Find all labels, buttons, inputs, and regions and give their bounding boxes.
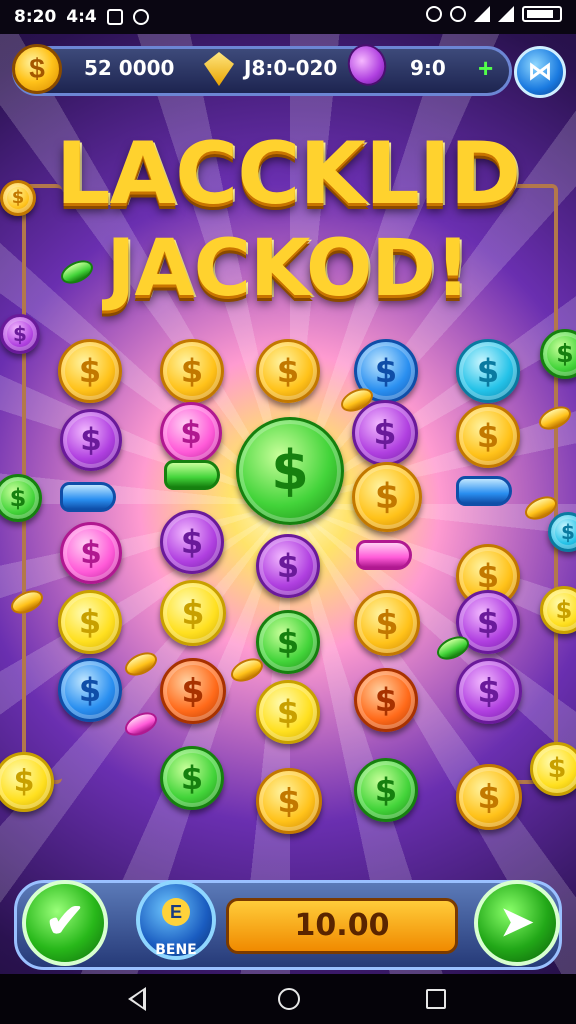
orange-coin: $ (160, 658, 226, 724)
cyan-coin: $ (456, 339, 520, 403)
purple-coin: $ (0, 314, 40, 354)
battery-icon (522, 6, 562, 22)
yellow-coin: $ (256, 680, 320, 744)
purple-coin: $ (160, 510, 224, 574)
alarm-icon (426, 6, 442, 22)
green-coin: $ (256, 610, 320, 674)
gold-coin: $ (58, 339, 122, 403)
recent-apps-icon[interactable] (426, 989, 446, 1009)
image-notification-icon (106, 9, 123, 25)
confirm-button[interactable]: ✔ (22, 880, 108, 966)
green-coin: $ (236, 417, 344, 525)
yellow-coin: $ (160, 580, 226, 646)
jackpot-title-line1: LACCKLID (55, 124, 521, 224)
blue-power-cell (60, 482, 116, 512)
signal-icon-2 (498, 6, 514, 22)
gold-coin: $ (456, 404, 520, 468)
gold-coin: $ (352, 462, 422, 532)
coin-balance: 52 0000 (84, 56, 175, 80)
game-board: $ 52 0000 J8:0-020 9:0 + ⋈ LACCKLID JACK… (0, 34, 576, 974)
bonus-label: BENE (155, 942, 197, 958)
coin-currency-icon: $ (12, 44, 62, 94)
system-nav-bar (0, 974, 576, 1024)
app-notification-icon (132, 9, 149, 25)
green-coin: $ (160, 746, 224, 810)
gold-coin: $ (354, 590, 420, 656)
orange-coin: $ (354, 668, 418, 732)
home-icon[interactable] (278, 988, 300, 1010)
gold-coin: $ (256, 339, 320, 403)
yellow-coin: $ (530, 742, 576, 796)
gold-coin: $ (456, 764, 522, 830)
yellow-coin: $ (58, 590, 122, 654)
pink-power-cell (356, 540, 412, 570)
pink-coin: $ (60, 522, 122, 584)
purple-coin: $ (456, 658, 522, 724)
purple-coin: $ (352, 400, 418, 466)
pink-coin: $ (160, 402, 222, 464)
bonus-icon: E (162, 898, 190, 926)
status-time: 8:20 (14, 7, 57, 27)
purple-coin: $ (256, 534, 320, 598)
blue-coin: $ (58, 658, 122, 722)
spin-button[interactable]: ➤ (474, 880, 560, 966)
gold-coin: $ (256, 768, 322, 834)
blue-power-cell (456, 476, 512, 506)
gem-balance: J8:0-020 (244, 56, 338, 80)
status-bar: 8:20 4:4 (0, 0, 576, 34)
token-balance: 9:0 (410, 56, 446, 80)
gold-coin: $ (160, 339, 224, 403)
purple-coin: $ (60, 409, 122, 471)
wifi-icon (450, 6, 466, 22)
gold-coin: $ (0, 180, 36, 216)
back-icon[interactable] (128, 987, 146, 1011)
signal-icon (474, 6, 490, 22)
menu-button[interactable]: ⋈ (514, 46, 566, 98)
green-power-cell (164, 460, 220, 490)
add-currency-button[interactable]: + (478, 55, 493, 81)
status-text: 4:4 (66, 7, 97, 27)
bet-amount-display[interactable]: 10.00 (226, 898, 458, 954)
green-coin: $ (354, 758, 418, 822)
